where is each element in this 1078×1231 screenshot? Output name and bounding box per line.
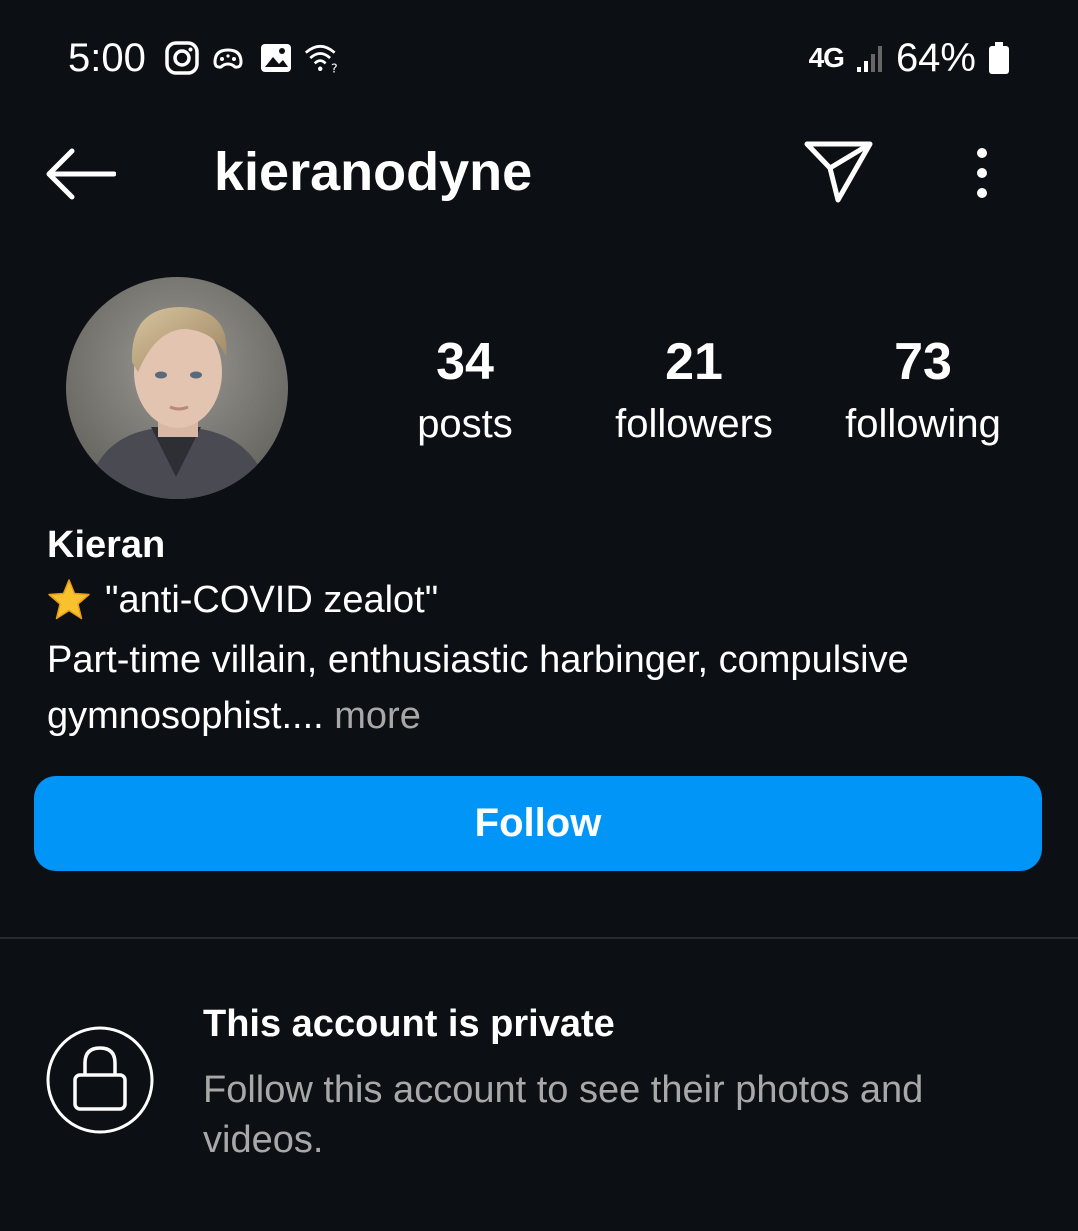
instagram-icon bbox=[165, 41, 199, 75]
battery-percentage: 64% bbox=[895, 36, 976, 80]
status-time: 5:00 bbox=[68, 36, 146, 80]
bio-more-link[interactable]: more bbox=[334, 695, 421, 737]
svg-text:?: ? bbox=[331, 60, 338, 75]
battery-icon bbox=[989, 42, 1009, 74]
network-type-label: 4G bbox=[808, 42, 845, 73]
following-count: 73 bbox=[894, 333, 952, 391]
game-controller-icon bbox=[213, 48, 243, 69]
bio-description: Part-time villain, enthusiastic harbinge… bbox=[47, 632, 1037, 744]
gallery-icon bbox=[261, 44, 291, 72]
followers-count: 21 bbox=[665, 333, 723, 391]
follow-button[interactable]: Follow bbox=[34, 776, 1042, 871]
stat-posts: 34 posts bbox=[395, 330, 535, 454]
display-name: Kieran bbox=[47, 524, 166, 566]
profile-username: kieranodyne bbox=[214, 142, 533, 202]
posts-label: posts bbox=[417, 402, 513, 446]
stat-followers[interactable]: 21 followers bbox=[598, 330, 790, 454]
private-account-description: Follow this account to see their photos … bbox=[203, 1069, 924, 1161]
more-options-icon[interactable] bbox=[966, 146, 998, 200]
bio-description-text: Part-time villain, enthusiastic harbinge… bbox=[47, 639, 909, 737]
following-label: following bbox=[845, 402, 1001, 446]
lock-icon bbox=[46, 1026, 154, 1134]
bio-tagline: "anti-COVID zealot" bbox=[47, 576, 438, 624]
private-account-title: This account is private bbox=[203, 1003, 615, 1045]
posts-count: 34 bbox=[436, 333, 494, 391]
wifi-question-icon: ? bbox=[304, 44, 338, 75]
stat-following[interactable]: 73 following bbox=[826, 330, 1020, 454]
followers-label: followers bbox=[615, 402, 773, 446]
back-arrow-icon[interactable] bbox=[44, 146, 116, 202]
star-icon bbox=[48, 579, 90, 620]
direct-message-icon[interactable] bbox=[802, 138, 874, 204]
divider bbox=[0, 937, 1078, 939]
bio-tagline-text: "anti-COVID zealot" bbox=[105, 579, 439, 621]
signal-icon bbox=[856, 46, 882, 72]
profile-avatar[interactable] bbox=[66, 277, 288, 499]
